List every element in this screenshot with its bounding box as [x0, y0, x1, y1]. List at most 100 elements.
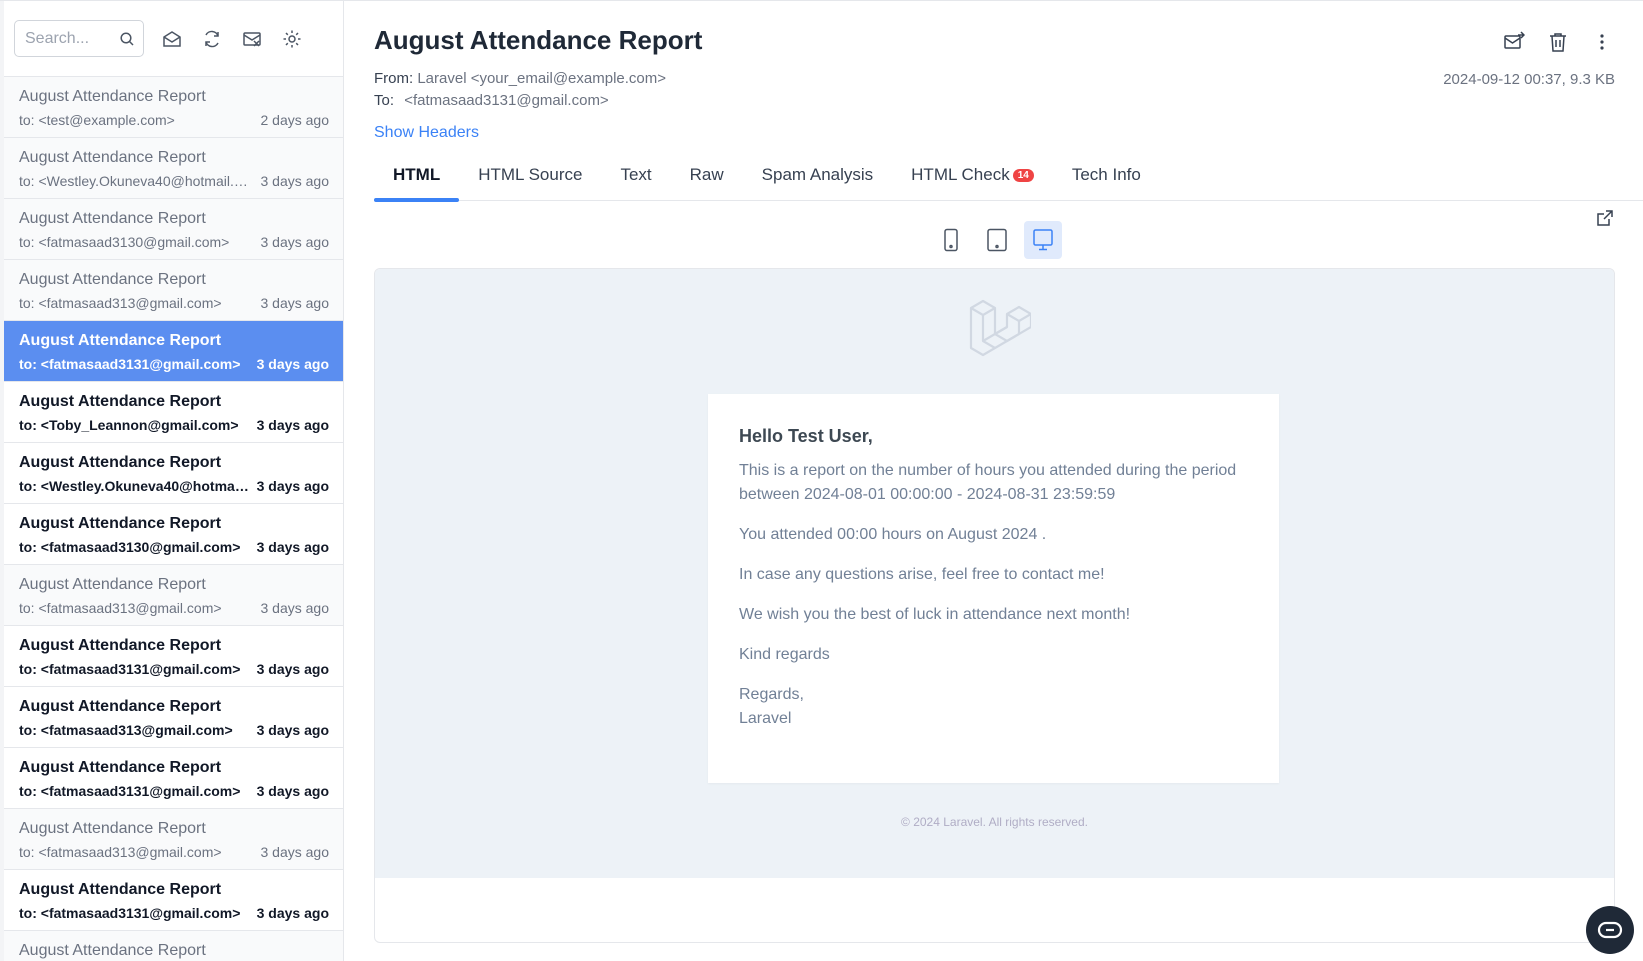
- message-item-recipient: to: <Toby_Leannon@gmail.com>: [19, 417, 239, 433]
- message-item-recipient: to: <fatmasaad313@gmail.com>: [19, 722, 233, 738]
- delete-button[interactable]: [1541, 27, 1575, 57]
- message-item-recipient: to: <Westley.Okuneva40@hotmail....: [19, 478, 251, 494]
- tablet-view-button[interactable]: [978, 221, 1016, 259]
- tab-label: HTML: [393, 165, 441, 184]
- message-item-recipient: to: <fatmasaad313@gmail.com>: [19, 600, 222, 616]
- device-toggle: [932, 221, 1062, 259]
- email-paragraph-wish: We wish you the best of luck in attendan…: [739, 606, 1131, 623]
- message-item-meta: to: <test@example.com> 2 days ago: [19, 110, 329, 130]
- message-view: August Attendance Report From: Laravel <…: [345, 1, 1643, 961]
- message-list-item[interactable]: August Attendance Report to: <fatmasaad31…: [4, 626, 343, 687]
- html-check-badge: 14: [1012, 169, 1034, 182]
- message-item-time: 3 days ago: [260, 234, 330, 250]
- phone-view-button[interactable]: [932, 221, 970, 259]
- settings-button[interactable]: [272, 19, 312, 59]
- tab-raw[interactable]: Raw: [671, 155, 743, 201]
- message-item-meta: to: <fatmasaad3131@gmail.com> 3 days ago: [19, 354, 329, 374]
- message-list-item[interactable]: August Attendance Report to: <fatmasaad31…: [4, 504, 343, 565]
- message-item-meta: to: <fatmasaad313@gmail.com> 3 days ago: [19, 720, 329, 740]
- email-preview: Hello Test User, This is a report on the…: [374, 268, 1615, 943]
- message-list-item[interactable]: August Attendance Report to: <fatmasaad31…: [4, 199, 343, 260]
- message-item-time: 3 days ago: [260, 844, 330, 860]
- message-list-item[interactable]: August Attendance Report to: <test@exampl…: [4, 77, 343, 138]
- message-item-subject: August Attendance Report: [19, 271, 206, 288]
- message-list-item[interactable]: August Attendance Report to: <fatmasaad31…: [4, 687, 343, 748]
- search-box: [14, 20, 144, 57]
- to-value: <fatmasaad3131@gmail.com>: [404, 92, 609, 109]
- message-item-subject: August Attendance Report: [19, 149, 206, 166]
- to-line: To: <fatmasaad3131@gmail.com>: [374, 92, 609, 109]
- release-button[interactable]: [1497, 27, 1531, 57]
- message-item-recipient: to: <fatmasaad3131@gmail.com>: [19, 661, 241, 677]
- message-list: August Attendance Report to: <test@exampl…: [4, 77, 343, 961]
- message-list-item[interactable]: August Attendance Report to: <fatmasaad31…: [4, 321, 343, 382]
- message-item-meta: to: <fatmasaad313@gmail.com> 3 days ago: [19, 842, 329, 862]
- message-list-item[interactable]: August Attendance Report to: <fatmasaad31…: [4, 809, 343, 870]
- search-icon[interactable]: [119, 31, 135, 47]
- message-item-time: 3 days ago: [256, 783, 329, 799]
- sidebar-toolbar: [4, 1, 343, 77]
- tab-label: Text: [620, 165, 652, 184]
- show-headers-link[interactable]: Show Headers: [374, 124, 479, 142]
- message-list-item[interactable]: August Attendance Report to: <Westley.Oku…: [4, 443, 343, 504]
- message-item-recipient: to: <fatmasaad3130@gmail.com>: [19, 234, 230, 250]
- message-list-item[interactable]: August Attendance Report to: <Westley.Oku…: [4, 138, 343, 199]
- message-actions: [1497, 27, 1619, 57]
- message-item-recipient: to: <fatmasaad3131@gmail.com>: [19, 783, 241, 799]
- sidebar: August Attendance Report to: <test@exampl…: [4, 1, 344, 961]
- message-item-time: 3 days ago: [260, 173, 330, 189]
- message-item-subject: August Attendance Report: [19, 210, 206, 227]
- tab-html-source[interactable]: HTML Source: [459, 155, 601, 201]
- laravel-logo-icon: [969, 299, 1031, 357]
- message-item-time: 3 days ago: [256, 478, 329, 494]
- message-list-item[interactable]: August Attendance Report to: <Toby_Leanno…: [4, 382, 343, 443]
- message-item-recipient: to: <fatmasaad3131@gmail.com>: [19, 356, 241, 372]
- email-greeting: Hello Test User,: [739, 426, 873, 446]
- email-paragraph-contact: In case any questions arise, feel free t…: [739, 566, 1105, 583]
- trash-icon: [1550, 33, 1566, 52]
- more-button[interactable]: [1585, 27, 1619, 57]
- signature-regards: Regards,: [739, 686, 804, 703]
- message-item-time: 3 days ago: [256, 417, 329, 433]
- message-item-meta: to: <fatmasaad3131@gmail.com> 3 days ago: [19, 903, 329, 923]
- mark-read-button[interactable]: [152, 19, 192, 59]
- message-item-subject: August Attendance Report: [19, 942, 206, 959]
- message-item-time: 3 days ago: [256, 661, 329, 677]
- message-list-item[interactable]: August Attendance Report to: <fatmasaad31…: [4, 260, 343, 321]
- message-item-meta: to: <Westley.Okuneva40@hotmail.co... 3 da…: [19, 171, 329, 191]
- tab-label: HTML Source: [478, 165, 583, 184]
- clear-inbox-button[interactable]: [232, 19, 272, 59]
- message-list-item[interactable]: August Attendance Report: [4, 931, 343, 961]
- message-item-subject: August Attendance Report: [19, 881, 222, 898]
- message-item-subject: August Attendance Report: [19, 576, 206, 593]
- message-list-item[interactable]: August Attendance Report to: <fatmasaad31…: [4, 565, 343, 626]
- message-list-item[interactable]: August Attendance Report to: <fatmasaad31…: [4, 870, 343, 931]
- refresh-icon: [205, 30, 219, 47]
- tab-text[interactable]: Text: [601, 155, 670, 201]
- message-item-subject: August Attendance Report: [19, 88, 206, 105]
- open-external-icon[interactable]: [1595, 208, 1615, 228]
- message-item-time: 3 days ago: [256, 356, 329, 372]
- to-label: To:: [374, 92, 395, 109]
- email-paragraph-hours: You attended 00:00 hours on August 2024 …: [739, 526, 1047, 543]
- tab-html-check[interactable]: HTML Check 14: [892, 155, 1053, 201]
- message-item-recipient: to: <fatmasaad313@gmail.com>: [19, 295, 222, 311]
- view-tabs: HTML HTML Source Text Raw Spam Analysis HTML …: [374, 155, 1643, 202]
- clear-inbox-icon: [243, 31, 261, 47]
- tab-spam-analysis[interactable]: Spam Analysis: [743, 155, 893, 201]
- tablet-icon: [987, 228, 1007, 252]
- message-item-subject: August Attendance Report: [19, 637, 222, 654]
- tab-html[interactable]: HTML: [374, 155, 460, 202]
- tab-label: Spam Analysis: [761, 165, 874, 184]
- message-list-item[interactable]: August Attendance Report to: <fatmasaad31…: [4, 748, 343, 809]
- chat-widget-button[interactable]: [1586, 906, 1634, 954]
- message-item-meta: to: <Westley.Okuneva40@hotmail.... 3 days…: [19, 476, 329, 496]
- refresh-button[interactable]: [192, 19, 232, 59]
- more-vertical-icon: [1600, 34, 1604, 50]
- desktop-view-button[interactable]: [1024, 221, 1062, 259]
- message-item-time: 3 days ago: [260, 600, 330, 616]
- email-card: Hello Test User, This is a report on the…: [708, 394, 1279, 783]
- message-item-time: 2 days ago: [260, 112, 330, 128]
- message-item-meta: to: <fatmasaad3130@gmail.com> 3 days ago: [19, 232, 329, 252]
- tab-tech-info[interactable]: Tech Info: [1053, 155, 1160, 201]
